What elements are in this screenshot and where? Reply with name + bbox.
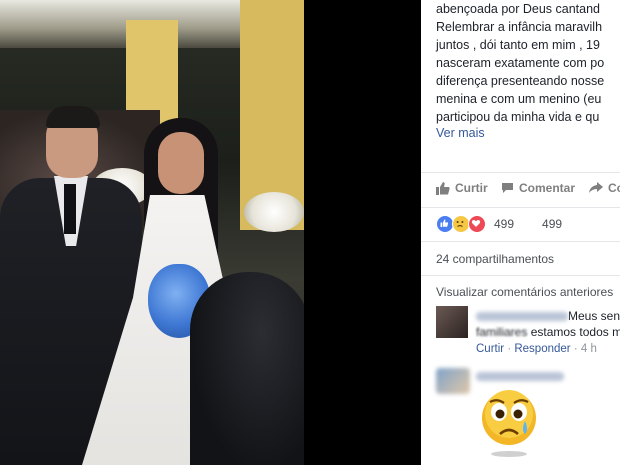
comment-like-link[interactable]: Curtir — [476, 343, 504, 355]
avatar[interactable] — [436, 368, 470, 394]
share-label: Co — [608, 181, 620, 195]
foreground-head — [190, 272, 304, 465]
comment-body: Meus sentim familiares estamos todos m — [476, 308, 620, 340]
like-button[interactable]: Curtir — [436, 181, 488, 195]
bride-head — [158, 132, 204, 194]
reactions-count[interactable]: 499 — [494, 217, 514, 231]
divider — [421, 241, 620, 242]
comment-meta: Curtir · Responder · 4 h — [476, 343, 597, 355]
post-text-line: menina e com um menino (eu — [436, 92, 602, 106]
comment-text-line2-prefix: familiares — [476, 325, 528, 339]
thumbs-up-icon — [436, 181, 450, 195]
post-text-line: nasceram exatamente com po — [436, 56, 605, 70]
comment-label: Comentar — [519, 181, 576, 195]
comment-reply-link[interactable]: Responder — [514, 343, 570, 355]
reactions-summary[interactable]: 499 499 — [436, 214, 616, 234]
commenter-name[interactable] — [476, 312, 568, 322]
love-icon — [468, 215, 486, 233]
like-label: Curtir — [455, 181, 488, 195]
post-text-line: diferença presenteando nosse — [436, 74, 605, 88]
comment-age: 4 h — [580, 343, 597, 355]
see-more-link[interactable]: Ver mais — [436, 126, 485, 140]
post-text: abençoada por Deus cantand Relembrar a i… — [436, 0, 620, 126]
post-text-line: abençoada por Deus cantand — [436, 2, 601, 16]
share-icon — [589, 182, 603, 193]
facebook-post-panel: abençoada por Deus cantand Relembrar a i… — [421, 0, 620, 465]
flower-arrangement-right — [244, 192, 304, 232]
groom-tie — [64, 184, 76, 234]
post-text-line: Relembrar a infância maravilh — [436, 20, 603, 34]
groom-hair — [46, 106, 100, 128]
comment-text-line1: Meus sentim — [568, 309, 620, 323]
post-text-line: juntos , dói tanto em mim , 19 — [436, 38, 600, 52]
share-button[interactable]: Co — [589, 181, 620, 195]
reactions-count-secondary: 499 — [542, 217, 563, 231]
commenter-name[interactable] — [476, 372, 564, 381]
avatar[interactable] — [436, 306, 468, 338]
post-text-line: participou da minha vida e qu — [436, 110, 600, 124]
divider — [421, 275, 620, 276]
comment-icon — [502, 183, 513, 193]
wedding-photo[interactable] — [0, 0, 304, 465]
post-actions-bar: Curtir Comentar Co — [421, 172, 620, 208]
crying-face-sticker — [479, 388, 539, 458]
comment-text-line2: estamos todos m — [530, 325, 620, 339]
shares-count[interactable]: 24 compartilhamentos — [436, 252, 554, 266]
view-previous-comments-link[interactable]: Visualizar comentários anteriores — [436, 285, 613, 299]
comment-button[interactable]: Comentar — [501, 181, 575, 195]
